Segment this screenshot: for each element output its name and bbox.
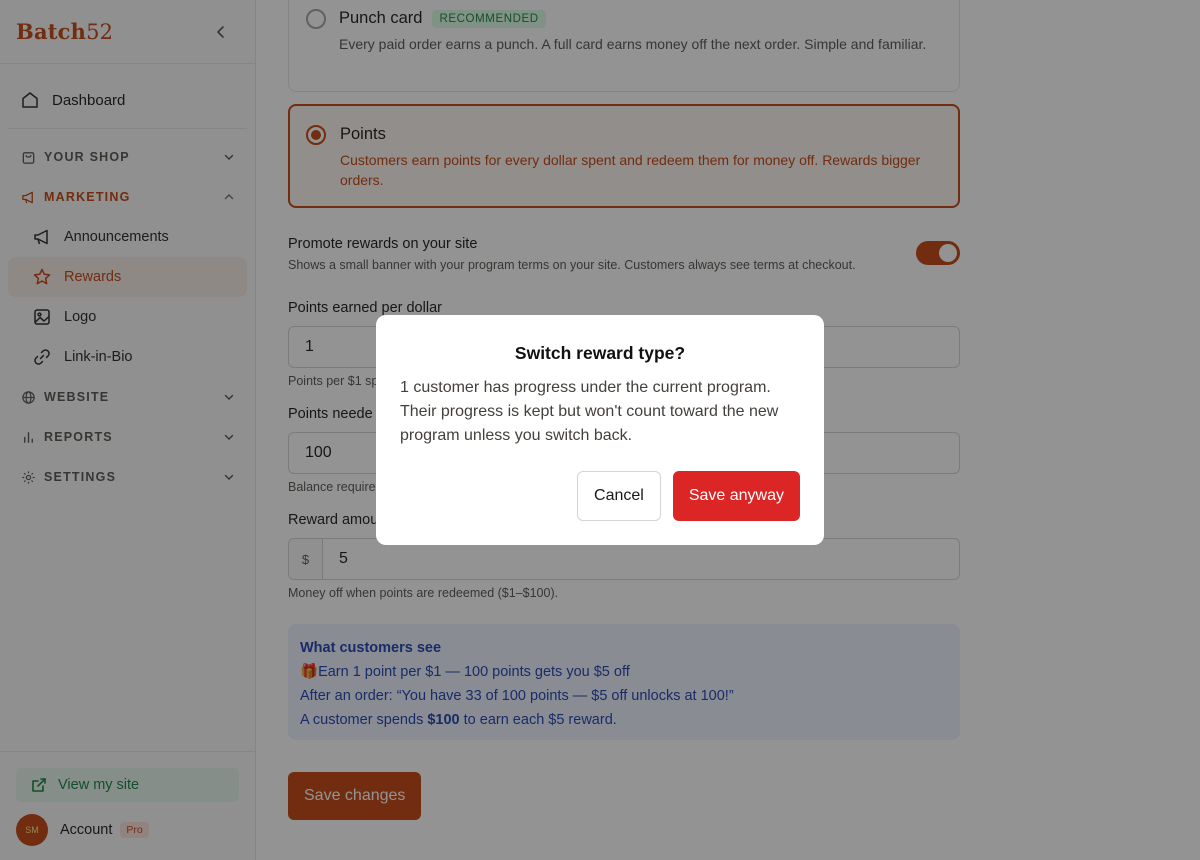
- save-anyway-button[interactable]: Save anyway: [672, 471, 800, 521]
- cancel-button[interactable]: Cancel: [577, 471, 661, 521]
- dialog-title: Switch reward type?: [514, 343, 686, 363]
- dialog-actions: Cancel Save anyway: [577, 471, 800, 521]
- switch-reward-type-dialog: Switch reward type? 1 customer has progr…: [376, 315, 824, 545]
- dialog-body: 1 customer has progress under the curren…: [400, 379, 779, 444]
